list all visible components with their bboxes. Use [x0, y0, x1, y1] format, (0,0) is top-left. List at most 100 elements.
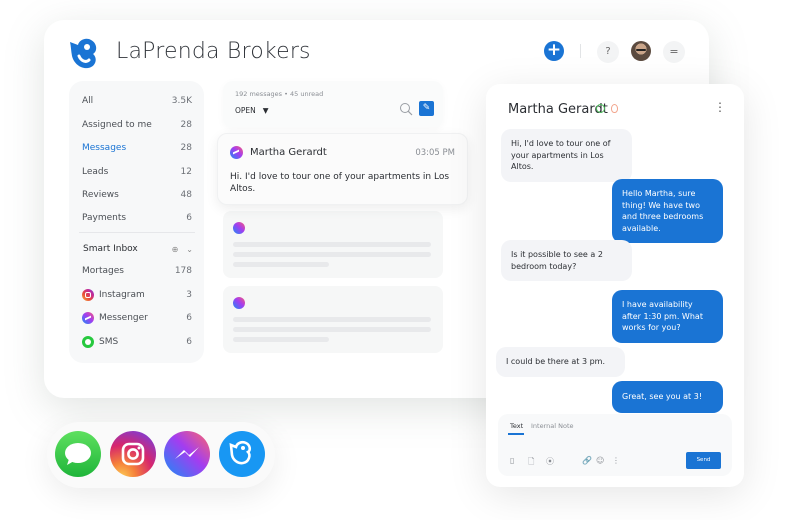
question-icon: ?	[605, 46, 611, 57]
message-summary: 192 messages • 45 unread	[235, 90, 324, 98]
link-icon[interactable]: 🔗	[582, 456, 592, 465]
sidebar-divider	[79, 232, 195, 233]
menu-button[interactable]: =	[663, 41, 685, 63]
conversation-placeholder[interactable]	[223, 211, 443, 278]
brand-logo-icon	[70, 38, 97, 69]
send-button[interactable]: Send	[686, 452, 721, 469]
message-outgoing: Great, see you at 3!	[612, 381, 723, 413]
more-tools-icon[interactable]: ⋮	[612, 456, 620, 465]
sidebar-item-count: 48	[180, 190, 192, 200]
brand-logo-icon	[229, 440, 252, 465]
contact-badges	[596, 104, 618, 113]
sidebar-item-label: Instagram	[99, 290, 145, 300]
more-options-icon[interactable]: ⋮	[714, 100, 726, 114]
tab-text[interactable]: Text	[507, 422, 525, 435]
header-divider	[580, 44, 581, 58]
sidebar-item-count: 12	[180, 167, 192, 177]
sidebar-item-label: Leads	[82, 167, 109, 177]
sidebar-item-label: All	[82, 96, 94, 106]
instagram-icon	[82, 289, 94, 301]
app-header: LaPrenda Brokers + ? =	[44, 20, 709, 80]
file-icon[interactable]: 🗋	[528, 456, 534, 470]
sidebar-item-all[interactable]: All 3.5K	[82, 93, 192, 109]
user-avatar[interactable]	[631, 41, 651, 61]
add-button[interactable]: +	[544, 41, 564, 61]
tab-internal-note[interactable]: Internal Note	[531, 422, 574, 430]
message-outgoing: Hello Martha, sure thing! We have two an…	[612, 179, 723, 243]
sidebar-item-messages[interactable]: Messages 28	[82, 140, 192, 156]
channel-dock	[47, 422, 275, 488]
sms-channel-button[interactable]	[55, 431, 101, 477]
chat-contact-name: Martha Gerardt	[508, 102, 608, 117]
sms-bubble-icon	[65, 443, 91, 465]
hot-lead-icon	[611, 104, 618, 113]
verified-icon	[596, 104, 605, 113]
sidebar-item-count: 28	[180, 143, 192, 153]
emoji-icon[interactable]: ☺	[596, 456, 604, 465]
messenger-icon	[230, 146, 243, 159]
smart-inbox-title: Smart Inbox	[83, 244, 138, 254]
template-icon[interactable]: ▯	[510, 456, 514, 465]
payment-icon[interactable]: ⦿	[546, 456, 554, 467]
sidebar-item-instagram[interactable]: Instagram 3	[82, 287, 192, 303]
sidebar-item-label: Messages	[82, 143, 127, 153]
sidebar: All 3.5K Assigned to me 28 Messages 28 L…	[69, 81, 204, 363]
sidebar-item-label: Messenger	[99, 313, 148, 323]
sidebar-item-label: Mortages	[82, 266, 124, 276]
chat-panel: Martha Gerardt ⋮ Hi, I'd love to tour on…	[486, 84, 744, 487]
message-incoming: I could be there at 3 pm.	[496, 347, 625, 377]
help-button[interactable]: ?	[597, 41, 619, 63]
conversation-preview: Hi. I'd love to tour one of your apartme…	[230, 172, 450, 194]
skeleton-line	[233, 242, 431, 247]
message-composer[interactable]: Text Internal Note ▯ 🗋 ⦿ 🔗 ☺ ⋮ Send	[498, 414, 732, 476]
sidebar-item-count: 28	[180, 120, 192, 130]
message-incoming: Hi, I'd love to tour one of your apartme…	[501, 129, 632, 182]
sidebar-item-leads[interactable]: Leads 12	[82, 164, 192, 180]
laprenda-channel-button[interactable]	[219, 431, 265, 477]
messenger-icon	[233, 222, 245, 234]
sidebar-item-label: SMS	[99, 337, 119, 347]
caret-down-icon: ▼	[262, 106, 269, 115]
status-filter-dropdown[interactable]: OPEN ▼	[235, 106, 269, 115]
sidebar-item-mortages[interactable]: Mortages 178	[82, 263, 192, 279]
sidebar-item-count: 3	[186, 290, 192, 300]
sidebar-item-count: 178	[174, 266, 192, 276]
skeleton-line	[233, 252, 431, 257]
sidebar-item-messenger[interactable]: Messenger 6	[82, 310, 192, 326]
conversation-placeholder[interactable]	[223, 286, 443, 353]
sidebar-item-assigned[interactable]: Assigned to me 28	[82, 117, 192, 133]
smart-inbox-header: Smart Inbox ⊕ ⌄	[83, 241, 193, 257]
sms-icon	[82, 336, 94, 348]
sidebar-item-label: Assigned to me	[82, 120, 152, 130]
filter-label: OPEN	[235, 106, 256, 115]
sidebar-item-label: Payments	[82, 213, 127, 223]
skeleton-line	[233, 262, 329, 267]
brand-name: LaPrenda Brokers	[116, 39, 311, 64]
message-outgoing: I have availability after 1:30 pm. What …	[612, 290, 723, 343]
compose-icon: ✎	[422, 103, 431, 113]
messenger-channel-button[interactable]	[164, 431, 210, 477]
skeleton-line	[233, 317, 431, 322]
message-incoming: Is it possible to see a 2 bedroom today?	[501, 240, 632, 281]
instagram-channel-button[interactable]	[110, 431, 156, 477]
sidebar-item-reviews[interactable]: Reviews 48	[82, 187, 192, 203]
skeleton-line	[233, 327, 431, 332]
sidebar-item-label: Reviews	[82, 190, 119, 200]
compose-button[interactable]: ✎	[419, 101, 434, 116]
instagram-icon	[121, 442, 145, 466]
search-icon[interactable]	[399, 102, 413, 116]
messenger-icon	[82, 312, 94, 324]
conversation-time: 03:05 PM	[415, 148, 455, 158]
chevron-down-icon[interactable]: ⌄	[186, 245, 193, 254]
conversation-contact-name: Martha Gerardt	[250, 147, 327, 158]
sidebar-item-sms[interactable]: SMS 6	[82, 334, 192, 350]
sidebar-item-count: 3.5K	[171, 96, 192, 106]
conversation-item-active[interactable]: Martha Gerardt 03:05 PM Hi. I'd love to …	[217, 133, 468, 205]
sidebar-item-count: 6	[186, 313, 192, 323]
conversation-list-header: 192 messages • 45 unread OPEN ▼ ✎	[223, 81, 443, 128]
hamburger-icon: =	[669, 45, 679, 58]
sidebar-item-payments[interactable]: Payments 6	[82, 210, 192, 226]
add-circle-icon[interactable]: ⊕	[172, 245, 179, 254]
messenger-icon	[233, 297, 245, 309]
sidebar-item-count: 6	[186, 337, 192, 347]
